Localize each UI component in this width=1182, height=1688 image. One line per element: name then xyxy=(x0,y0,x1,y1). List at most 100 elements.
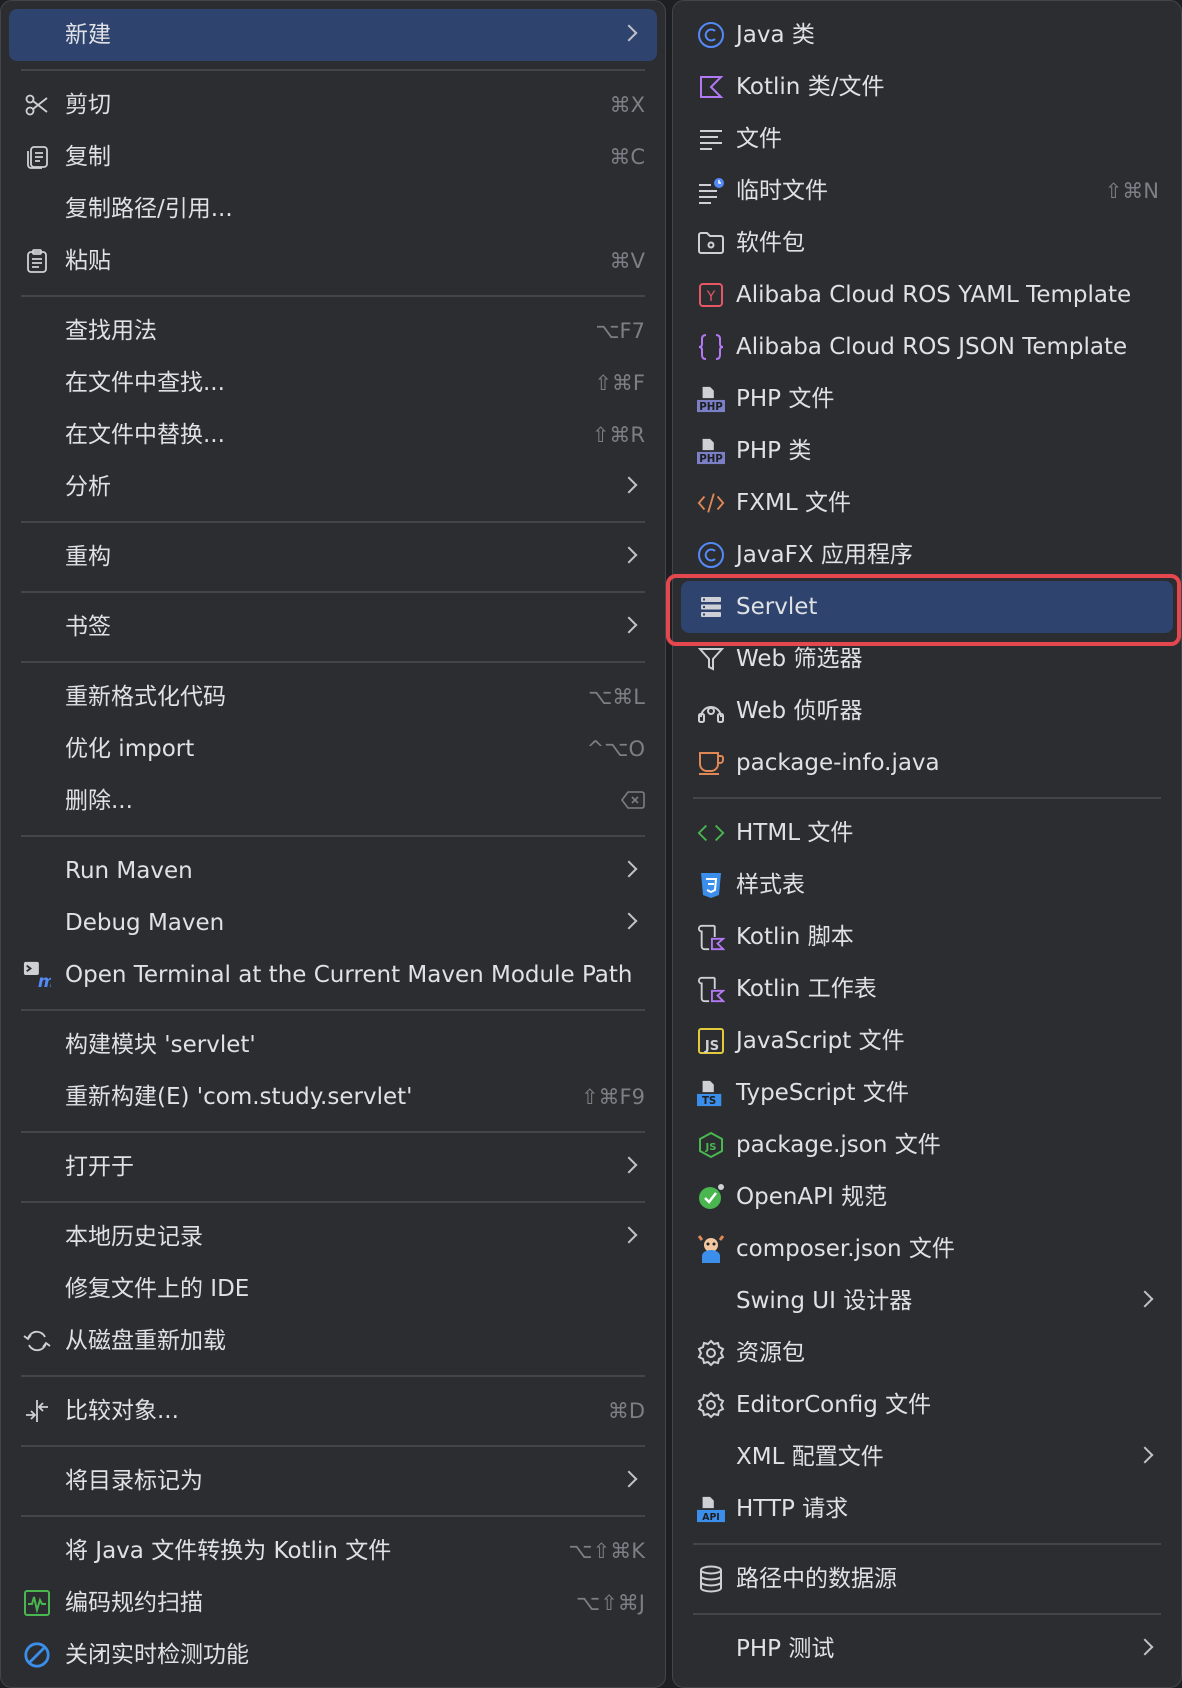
menu-item-compare-with[interactable]: 比较对象... ⌘D xyxy=(9,1385,657,1437)
submenu-item-servlet[interactable]: Servlet xyxy=(681,581,1173,633)
menu-item-cut[interactable]: 剪切 ⌘X xyxy=(9,79,657,131)
submenu-item-typescript-file[interactable]: TS TypeScript 文件 xyxy=(681,1067,1173,1119)
submenu-item-web-filter[interactable]: Web 筛选器 xyxy=(681,633,1173,685)
scissors-icon xyxy=(23,91,51,119)
separator xyxy=(9,513,657,531)
submenu-item-package-json[interactable]: JS package.json 文件 xyxy=(681,1119,1173,1171)
submenu-item-label: Web 侦听器 xyxy=(736,698,863,724)
menu-item-open-in[interactable]: 打开于 xyxy=(9,1141,657,1193)
submenu-item-label: Java 类 xyxy=(736,22,815,48)
submenu-item-datasource-in-path[interactable]: 路径中的数据源 xyxy=(681,1553,1173,1605)
servlet-icon xyxy=(697,593,725,621)
menu-item-label: 重构 xyxy=(65,544,111,570)
menu-item-open-terminal-maven[interactable]: m Open Terminal at the Current Maven Mod… xyxy=(9,949,657,1001)
shortcut: ⌘V xyxy=(609,249,645,273)
submenu-item-xml-config[interactable]: XML 配置文件 xyxy=(681,1431,1173,1483)
menu-item-replace-in-files[interactable]: 在文件中替换... ⇧⌘R xyxy=(9,409,657,461)
submenu-item-php-file[interactable]: PHP PHP 文件 xyxy=(681,373,1173,425)
menu-item-bookmarks[interactable]: 书签 xyxy=(9,601,657,653)
copy-icon xyxy=(23,143,51,171)
submenu-item-label: package-info.java xyxy=(736,750,940,776)
submenu-item-package[interactable]: 软件包 xyxy=(681,217,1173,269)
separator xyxy=(681,1535,1173,1553)
menu-item-optimize-imports[interactable]: 优化 import ^⌥O xyxy=(9,723,657,775)
chevron-right-icon xyxy=(620,860,638,878)
menu-item-label: 在文件中查找... xyxy=(65,370,225,396)
submenu-item-php-class[interactable]: PHP PHP 类 xyxy=(681,425,1173,477)
menu-item-label: 删除... xyxy=(65,788,133,814)
menu-item-delete[interactable]: 删除... xyxy=(9,775,657,827)
menu-item-reformat-code[interactable]: 重新格式化代码 ⌥⌘L xyxy=(9,671,657,723)
menu-item-code-scan[interactable]: 编码规约扫描 ⌥⇧⌘J xyxy=(9,1577,657,1629)
menu-item-rebuild[interactable]: 重新构建(E) 'com.study.servlet' ⇧⌘F9 xyxy=(9,1071,657,1123)
scratch-file-icon xyxy=(697,177,725,205)
menu-item-local-history[interactable]: 本地历史记录 xyxy=(9,1211,657,1263)
submenu-item-php-test[interactable]: PHP 测试 xyxy=(681,1623,1173,1675)
submenu-item-kotlin-class[interactable]: Kotlin 类/文件 xyxy=(681,61,1173,113)
submenu-item-kotlin-script[interactable]: Kotlin 脚本 xyxy=(681,911,1173,963)
submenu-item-label: Kotlin 工作表 xyxy=(736,976,877,1002)
submenu-item-javafx-app[interactable]: JavaFX 应用程序 xyxy=(681,529,1173,581)
shortcut: ⌘X xyxy=(609,93,645,117)
listener-icon xyxy=(697,697,725,725)
submenu-item-resource-bundle[interactable]: 资源包 xyxy=(681,1327,1173,1379)
submenu-item-label: 样式表 xyxy=(736,872,805,898)
menu-item-paste[interactable]: 粘贴 ⌘V xyxy=(9,235,657,287)
menu-item-find-usages[interactable]: 查找用法 ⌥F7 xyxy=(9,305,657,357)
code-tag-icon xyxy=(697,489,725,517)
menu-item-copy[interactable]: 复制 ⌘C xyxy=(9,131,657,183)
menu-item-new[interactable]: 新建 xyxy=(9,9,657,61)
menu-item-refactor[interactable]: 重构 xyxy=(9,531,657,583)
submenu-item-web-listener[interactable]: Web 侦听器 xyxy=(681,685,1173,737)
java-cup-icon xyxy=(697,749,725,777)
menu-item-label: 比较对象... xyxy=(65,1398,179,1424)
menu-item-debug-maven[interactable]: Debug Maven xyxy=(9,897,657,949)
submenu-item-label: Kotlin 类/文件 xyxy=(736,74,885,100)
delete-key-icon xyxy=(621,790,645,810)
submenu-item-swing-ui-designer[interactable]: Swing UI 设计器 xyxy=(681,1275,1173,1327)
java-class-icon xyxy=(697,541,725,569)
menu-item-label: 将 Java 文件转换为 Kotlin 文件 xyxy=(65,1538,392,1564)
menu-item-label: 编码规约扫描 xyxy=(65,1590,203,1616)
submenu-item-html-file[interactable]: HTML 文件 xyxy=(681,807,1173,859)
submenu-item-fxml-file[interactable]: FXML 文件 xyxy=(681,477,1173,529)
menu-item-label: 重新格式化代码 xyxy=(65,684,226,710)
menu-item-build-module[interactable]: 构建模块 'servlet' xyxy=(9,1019,657,1071)
submenu-item-composer-json[interactable]: composer.json 文件 xyxy=(681,1223,1173,1275)
nodejs-icon: JS xyxy=(697,1131,725,1159)
submenu-item-label: Servlet xyxy=(736,594,818,620)
chevron-right-icon xyxy=(620,1226,638,1244)
menu-item-convert-java-to-kotlin[interactable]: 将 Java 文件转换为 Kotlin 文件 ⌥⇧⌘K xyxy=(9,1525,657,1577)
menu-item-label: 新建 xyxy=(65,22,111,48)
separator xyxy=(9,583,657,601)
menu-item-reload-from-disk[interactable]: 从磁盘重新加载 xyxy=(9,1315,657,1367)
submenu-item-file[interactable]: 文件 xyxy=(681,113,1173,165)
submenu-item-kotlin-worksheet[interactable]: Kotlin 工作表 xyxy=(681,963,1173,1015)
menu-item-copy-path[interactable]: 复制路径/引用... xyxy=(9,183,657,235)
shortcut: ⌥⌘L xyxy=(588,685,645,709)
submenu-item-scratch-file[interactable]: 临时文件 ⇧⌘N xyxy=(681,165,1173,217)
submenu-item-javascript-file[interactable]: JS JavaScript 文件 xyxy=(681,1015,1173,1067)
separator xyxy=(681,789,1173,807)
menu-item-repair-ide[interactable]: 修复文件上的 IDE xyxy=(9,1263,657,1315)
menu-item-label: 重新构建(E) 'com.study.servlet' xyxy=(65,1084,413,1110)
menu-item-mark-directory-as[interactable]: 将目录标记为 xyxy=(9,1455,657,1507)
separator xyxy=(9,61,657,79)
submenu-item-http-request[interactable]: API HTTP 请求 xyxy=(681,1483,1173,1535)
html-icon xyxy=(697,819,725,847)
submenu-item-package-info[interactable]: package-info.java xyxy=(681,737,1173,789)
menu-item-label: 查找用法 xyxy=(65,318,157,344)
submenu-item-label: PHP 文件 xyxy=(736,386,835,412)
menu-item-analyze[interactable]: 分析 xyxy=(9,461,657,513)
menu-item-find-in-files[interactable]: 在文件中查找... ⇧⌘F xyxy=(9,357,657,409)
submenu-item-ros-json[interactable]: Alibaba Cloud ROS JSON Template xyxy=(681,321,1173,373)
typescript-icon: TS xyxy=(697,1079,725,1107)
submenu-item-ros-yaml[interactable]: Y Alibaba Cloud ROS YAML Template xyxy=(681,269,1173,321)
menu-item-close-realtime-detection[interactable]: 关闭实时检测功能 xyxy=(9,1629,657,1681)
submenu-item-java-class[interactable]: Java 类 xyxy=(681,9,1173,61)
submenu-item-openapi[interactable]: OpenAPI 规范 xyxy=(681,1171,1173,1223)
submenu-item-editorconfig[interactable]: EditorConfig 文件 xyxy=(681,1379,1173,1431)
separator xyxy=(9,1507,657,1525)
submenu-item-stylesheet[interactable]: 样式表 xyxy=(681,859,1173,911)
menu-item-run-maven[interactable]: Run Maven xyxy=(9,845,657,897)
